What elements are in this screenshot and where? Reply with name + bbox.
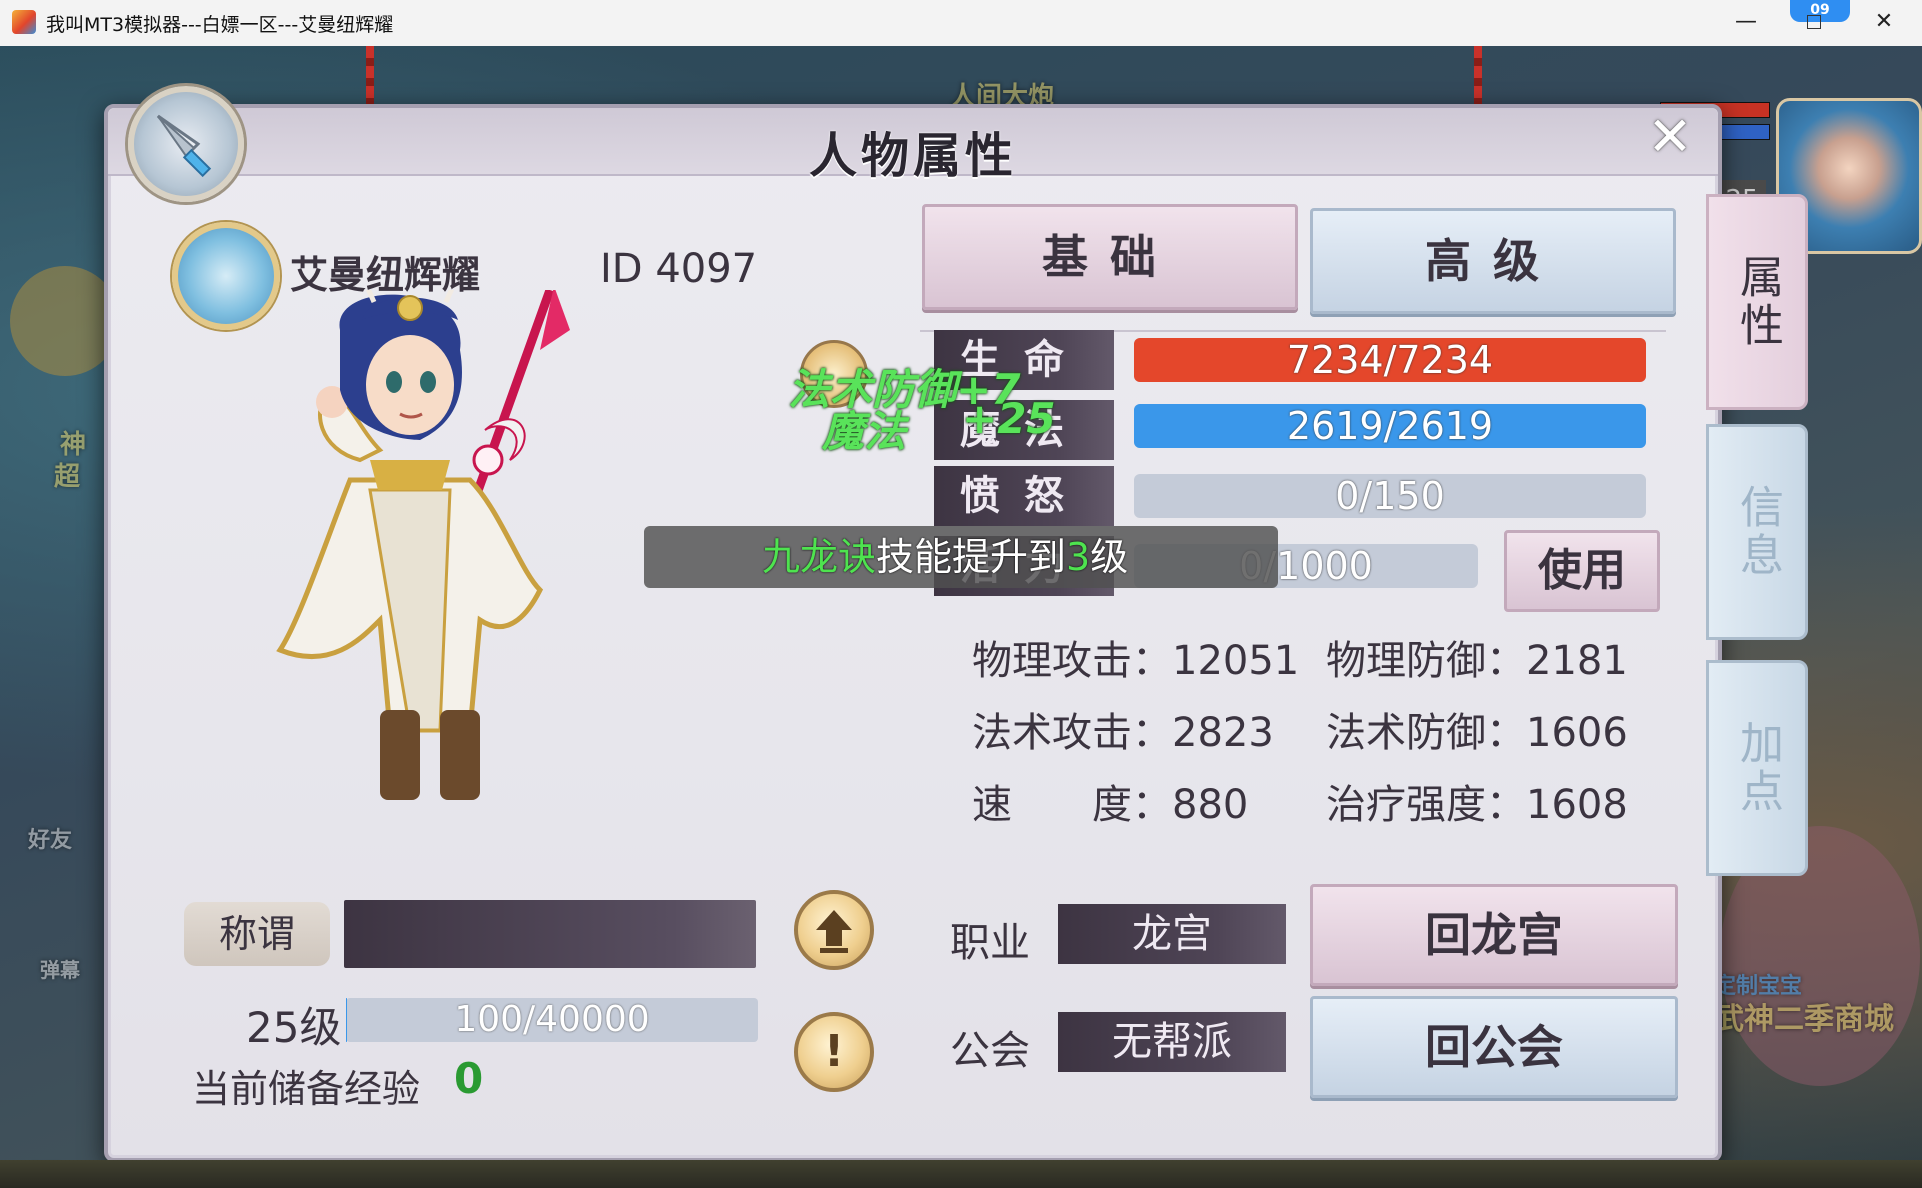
return-guild-button[interactable]: 回公会 [1310,996,1678,1098]
panel-title: 人物属性 [808,128,1017,184]
toast-middle: 技能提升到 [876,535,1067,579]
phys-def-value: 2181 [1526,638,1628,684]
rage-label: 愤怒 [934,466,1114,526]
hp-bar: 7234/7234 [1134,338,1646,382]
window-close-button[interactable]: ✕ [1852,0,1916,46]
toast-suffix: 级 [1090,535,1129,579]
class-emblem-icon [172,222,280,330]
mag-def-value: 1606 [1526,710,1628,756]
tab-basic[interactable]: 基础 [922,204,1298,310]
minimize-button[interactable]: — [1714,0,1778,46]
speed-row: 速 度：880 [972,772,1248,830]
return-dragon-palace-button[interactable]: 回龙宫 [1310,884,1678,986]
bg-rope-right [1474,46,1482,106]
rage-value: 0/150 [1335,474,1445,518]
float-text-mp-label: 魔法 [822,407,907,456]
phys-atk-row: 物理攻击：12051 [972,628,1299,686]
toast-level: 3 [1066,535,1091,579]
panel-close-button[interactable]: ✕ [1635,108,1705,170]
skill-upgrade-toast: 九龙诀技能提升到3级 [644,526,1278,588]
upload-arrow-icon[interactable] [794,890,874,970]
bottom-hud-strip [0,1160,1922,1188]
mp-value: 2619/2619 [1286,404,1494,448]
exp-bar: 100/40000 [346,998,758,1042]
bg-shop-label[interactable]: 武神二季商城 [1714,994,1894,1038]
phys-def-label: 物理防御： [1326,638,1526,684]
mag-def-row: 法术防御：1606 [1326,700,1628,758]
side-tab-attributes[interactable]: 属性 [1706,194,1808,410]
exp-value: 100/40000 [454,999,650,1040]
window-title: 我叫MT3模拟器---白嫖一区---艾曼纽辉耀 [46,14,394,36]
heal-value: 1608 [1526,782,1628,828]
character-portrait [276,290,570,800]
player-level: 25级 [246,1003,342,1052]
reserve-exp-label: 当前储备经验 [192,1067,421,1111]
mp-bar: 2619/2619 [1134,404,1646,448]
sword-icon [128,86,244,202]
job-label: 职业 [950,920,1030,966]
rage-bar: 0/150 [1134,474,1646,518]
bg-rope-left [366,46,374,106]
reserve-exp-value: 0 [454,1054,484,1103]
phys-atk-value: 12051 [1172,638,1300,684]
window-titlebar: 我叫MT3模拟器---白嫖一区---艾曼纽辉耀 09 — ✕ [0,0,1922,47]
maximize-button[interactable] [1782,0,1846,46]
title-slot[interactable] [344,900,756,968]
bg-left-label-2: 超 [54,462,81,492]
mag-atk-label: 法术攻击： [972,710,1172,756]
side-tab-add-points[interactable]: 加点 [1706,660,1808,876]
hp-value: 7234/7234 [1286,338,1494,382]
info-exclamation-icon[interactable]: ! [794,1012,874,1092]
mag-def-label: 法术防御： [1326,710,1526,756]
app-icon [12,10,36,34]
float-text-mp-value: +25 [962,394,1056,443]
phys-def-row: 物理防御：2181 [1326,628,1628,686]
title-label: 称谓 [184,902,330,966]
side-tab-info[interactable]: 信息 [1706,424,1808,640]
bg-friends-label[interactable]: 好友 [28,822,72,854]
maximize-icon [1807,15,1821,29]
toast-skill-name: 九龙诀 [762,535,877,579]
job-value: 龙宫 [1058,904,1286,964]
character-id: ID 4097 [600,246,758,292]
speed-value: 880 [1172,782,1249,828]
heal-label: 治疗强度： [1326,782,1526,828]
phys-atk-label: 物理攻击： [972,638,1172,684]
mag-atk-row: 法术攻击：2823 [972,700,1274,758]
bg-danmaku-label[interactable]: 弹幕 [40,954,80,983]
heal-row: 治疗强度：1608 [1326,772,1628,830]
speed-label: 速 度： [972,782,1172,828]
use-button[interactable]: 使用 [1504,530,1660,612]
guild-value: 无帮派 [1058,1012,1286,1072]
mag-atk-value: 2823 [1172,710,1274,756]
guild-label: 公会 [950,1028,1030,1074]
tab-advanced[interactable]: 高级 [1310,208,1676,314]
